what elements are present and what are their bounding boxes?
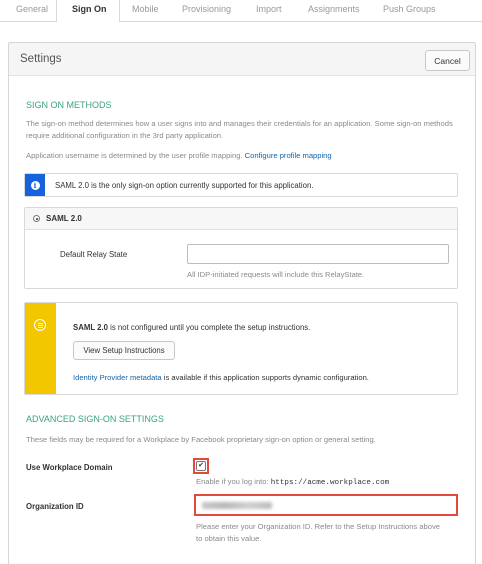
saml-radio[interactable]: [33, 215, 40, 222]
info-icon: i: [30, 180, 40, 190]
warning-bold: SAML 2.0: [73, 323, 108, 332]
configure-profile-mapping-link[interactable]: Configure profile mapping: [245, 151, 332, 160]
username-mapping-text: Application username is determined by th…: [26, 150, 461, 162]
username-mapping-label: Application username is determined by th…: [26, 151, 243, 160]
view-setup-instructions-button[interactable]: View Setup Instructions: [73, 341, 175, 360]
check-icon: ✔: [198, 462, 204, 469]
saml-option-header: SAML 2.0: [25, 208, 457, 230]
saml-option-box: SAML 2.0 Default Relay State All IDP-ini…: [24, 207, 458, 289]
relay-state-input[interactable]: [187, 244, 449, 264]
panel-title: Settings: [20, 53, 62, 65]
sign-on-methods-title: SIGN ON METHODS: [26, 100, 112, 110]
identity-provider-metadata-link[interactable]: Identity Provider metadata: [73, 373, 162, 382]
tab-mobile[interactable]: Mobile: [132, 4, 159, 14]
saml-option-label: SAML 2.0: [46, 214, 82, 223]
tab-push-groups[interactable]: Push Groups: [383, 4, 436, 14]
tab-general[interactable]: General: [16, 4, 48, 14]
relay-state-label: Default Relay State: [60, 250, 128, 259]
warning-strip: [25, 303, 56, 394]
tab-bar: General Sign On Mobile Provisioning Impo…: [0, 0, 482, 22]
panel-header: Settings Cancel: [9, 43, 475, 76]
workplace-domain-label: Use Workplace Domain: [26, 463, 113, 472]
workplace-domain-checkbox[interactable]: ✔: [196, 461, 206, 471]
tab-assignments[interactable]: Assignments: [308, 4, 360, 14]
info-strip: i: [25, 174, 45, 196]
metadata-message: is available if this application support…: [161, 373, 369, 382]
organization-id-input[interactable]: [197, 497, 455, 513]
setup-warning: SAML 2.0 is not configured until you com…: [24, 302, 458, 395]
tab-divider: [0, 21, 56, 22]
cancel-button[interactable]: Cancel: [425, 50, 470, 71]
relay-state-hint: All IDP-initiated requests will include …: [187, 270, 365, 279]
workplace-hint-url: https://acme.workplace.com: [270, 479, 390, 487]
info-text: SAML 2.0 is the only sign-on option curr…: [55, 181, 314, 190]
warning-message: is not configured until you complete the…: [107, 323, 311, 332]
list-icon: [34, 319, 46, 331]
tab-divider: [120, 21, 482, 22]
tab-sign-on[interactable]: Sign On: [72, 4, 107, 14]
warning-text: SAML 2.0 is not configured until you com…: [73, 323, 310, 332]
sign-on-methods-description: The sign-on method determines how a user…: [26, 119, 453, 140]
workplace-hint-prefix: Enable if you log into:: [196, 477, 271, 486]
organization-id-label: Organization ID: [26, 502, 84, 511]
metadata-text: Identity Provider metadata is available …: [73, 373, 369, 382]
info-message: i SAML 2.0 is the only sign-on option cu…: [24, 173, 458, 197]
advanced-settings-title: ADVANCED SIGN-ON SETTINGS: [26, 414, 164, 424]
tab-import[interactable]: Import: [256, 4, 282, 14]
workplace-domain-hint: Enable if you log into: https://acme.wor…: [196, 476, 389, 489]
tab-provisioning[interactable]: Provisioning: [182, 4, 231, 14]
organization-id-hint: Please enter your Organization ID. Refer…: [196, 522, 440, 543]
advanced-settings-description: These fields may be required for a Workp…: [26, 435, 376, 444]
